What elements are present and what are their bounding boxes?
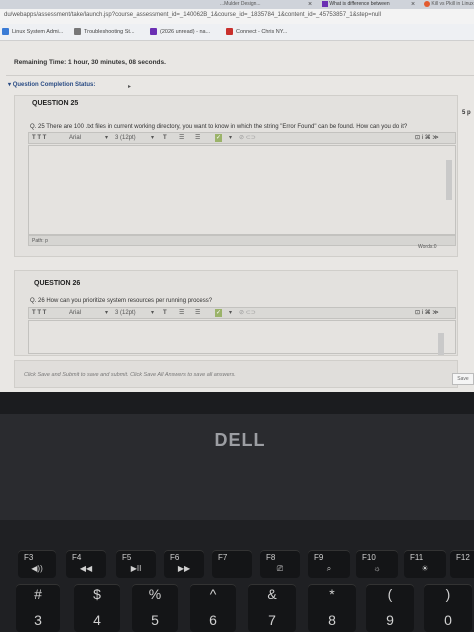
tab-favicon-icon [424,0,430,7]
link-icon[interactable]: ⊘ ⊂⊃ [239,134,256,142]
dropdown-arrow-icon[interactable]: ▾ [105,134,108,142]
toolbar-expand-icon[interactable]: ⊡ i ⌘ ≫ [415,134,439,142]
font-select[interactable]: Arial [69,309,81,317]
key-7[interactable]: & 7 [248,584,296,632]
bookmark-linux-system-admin[interactable]: Linux System Admi... [2,28,63,35]
key-8[interactable]: * 8 [308,584,356,632]
link-icon[interactable]: ⊘ ⊂⊃ [239,309,256,317]
numbered-list-icon[interactable]: ☰ [195,309,200,317]
points-label: 5 p [462,110,471,116]
tab-kill-vs-pkill[interactable]: Kill vs Pkill in Linux [424,0,474,9]
bookmark-connect[interactable]: Connect - Chris NY... [226,28,287,35]
save-all-answers-button[interactable]: Save [452,373,474,385]
word-count: Words:0 [418,244,437,250]
question-25-text: Q. 25 There are 100 .txt files in curren… [30,124,408,130]
key-f6[interactable]: F6 ▶▶ [164,550,204,578]
key-0[interactable]: ) 0 [424,584,472,632]
key-f11[interactable]: F11 ☀ [404,550,446,578]
dropdown-arrow-icon[interactable]: ▾ [229,309,232,317]
completion-status[interactable]: ▾ Question Completion Status: [8,81,95,88]
editor-scrollbar[interactable] [446,160,452,200]
keyboard: F3 ◀)) F4 ◀◀ F5 ▶II F6 ▶▶ F7 F8 ⎚ F9 ⌕ F10 ☼ F1… [0,520,474,632]
browser-tab-bar: ...Mulder Design... × What is difference… [0,0,474,9]
text-color-button[interactable]: T [163,309,167,317]
bookmark-favicon-icon [150,28,157,35]
bullet-list-icon[interactable]: ☰ [179,309,184,317]
tab-partial-left[interactable]: ...Mulder Design... [220,0,261,9]
question-26-text: Q. 26 How can you prioritize system reso… [30,298,213,304]
key-f12[interactable]: F12 [450,550,474,578]
tab-close-icon[interactable]: × [308,0,312,9]
numbered-list-icon[interactable]: ☰ [195,134,200,142]
text-color-button[interactable]: T [163,134,167,142]
bookmark-favicon-icon [226,28,233,35]
editor-scrollbar[interactable] [438,333,444,355]
dell-logo: DELL [214,430,266,450]
dropdown-arrow-icon[interactable]: ▾ [151,134,154,142]
spellcheck-icon[interactable]: ✓ [215,134,223,142]
status-pointer-icon: ▸ [128,84,132,90]
font-select[interactable]: Arial [69,134,81,142]
question-26-title: QUESTION 26 [34,280,81,287]
toolbar-expand-icon[interactable]: ⊡ i ⌘ ≫ [415,309,439,317]
key-6[interactable]: ^ 6 [190,584,236,632]
key-3[interactable]: #3 [16,584,60,632]
url-text[interactable]: du/webapps/assessment/take/launch.jsp?co… [4,12,381,18]
font-style-buttons[interactable]: T T T [32,134,46,142]
question-25-title: QUESTION 25 [32,100,79,107]
bullet-list-icon[interactable]: ☰ [179,134,184,142]
size-select[interactable]: 3 (12pt) [115,309,136,317]
key-f4[interactable]: F4 ◀◀ [66,550,106,578]
key-f8[interactable]: F8 ⎚ [260,550,300,578]
tab-what-is-difference[interactable]: What is difference between [322,0,390,9]
submit-instructions: Click Save and Submit to save and submit… [24,372,236,378]
spellcheck-icon[interactable]: ✓ [215,309,223,317]
key-f9[interactable]: F9 ⌕ [308,550,350,578]
key-4[interactable]: $4 [74,584,120,632]
font-style-buttons[interactable]: T T T [32,309,46,317]
laptop-screen: ...Mulder Design... × What is difference… [0,0,474,392]
key-9[interactable]: (9 [366,584,414,632]
answer-26-editor[interactable] [28,320,456,354]
bookmark-favicon-icon [2,28,9,35]
key-f10[interactable]: F10 ☼ [356,550,398,578]
dropdown-arrow-icon[interactable]: ▾ [151,309,154,317]
question-26-toolbar: T T T Arial ▾ 3 (12pt) ▾ T ☰ ☰ ✓ ▾ ⊘ ⊂⊃ … [28,307,456,319]
dropdown-arrow-icon[interactable]: ▾ [105,309,108,317]
answer-25-editor[interactable] [28,145,456,235]
divider [6,75,474,76]
bookmark-troubleshooting[interactable]: Troubleshooting St... [74,28,135,35]
bookmark-favicon-icon [74,28,81,35]
editor-path: Path: p [32,238,48,244]
key-f7[interactable]: F7 [212,550,252,578]
bookmark-unread-mail[interactable]: (2026 unread) - na... [150,28,210,35]
key-5[interactable]: % 5 [132,584,178,632]
dropdown-arrow-icon[interactable]: ▾ [229,134,232,142]
key-f5[interactable]: F5 ▶II [116,550,156,578]
tab-close-icon[interactable]: × [411,0,415,9]
remaining-time: Remaining Time: 1 hour, 30 minutes, 08 s… [14,59,166,66]
editor-status-bar [28,235,456,246]
tab-favicon-icon [322,0,328,7]
key-f3[interactable]: F3 ◀)) [18,550,56,578]
size-select[interactable]: 3 (12pt) [115,134,136,142]
question-25-toolbar: T T T Arial ▾ 3 (12pt) ▾ T ☰ ☰ ✓ ▾ ⊘ ⊂⊃ … [28,132,456,144]
